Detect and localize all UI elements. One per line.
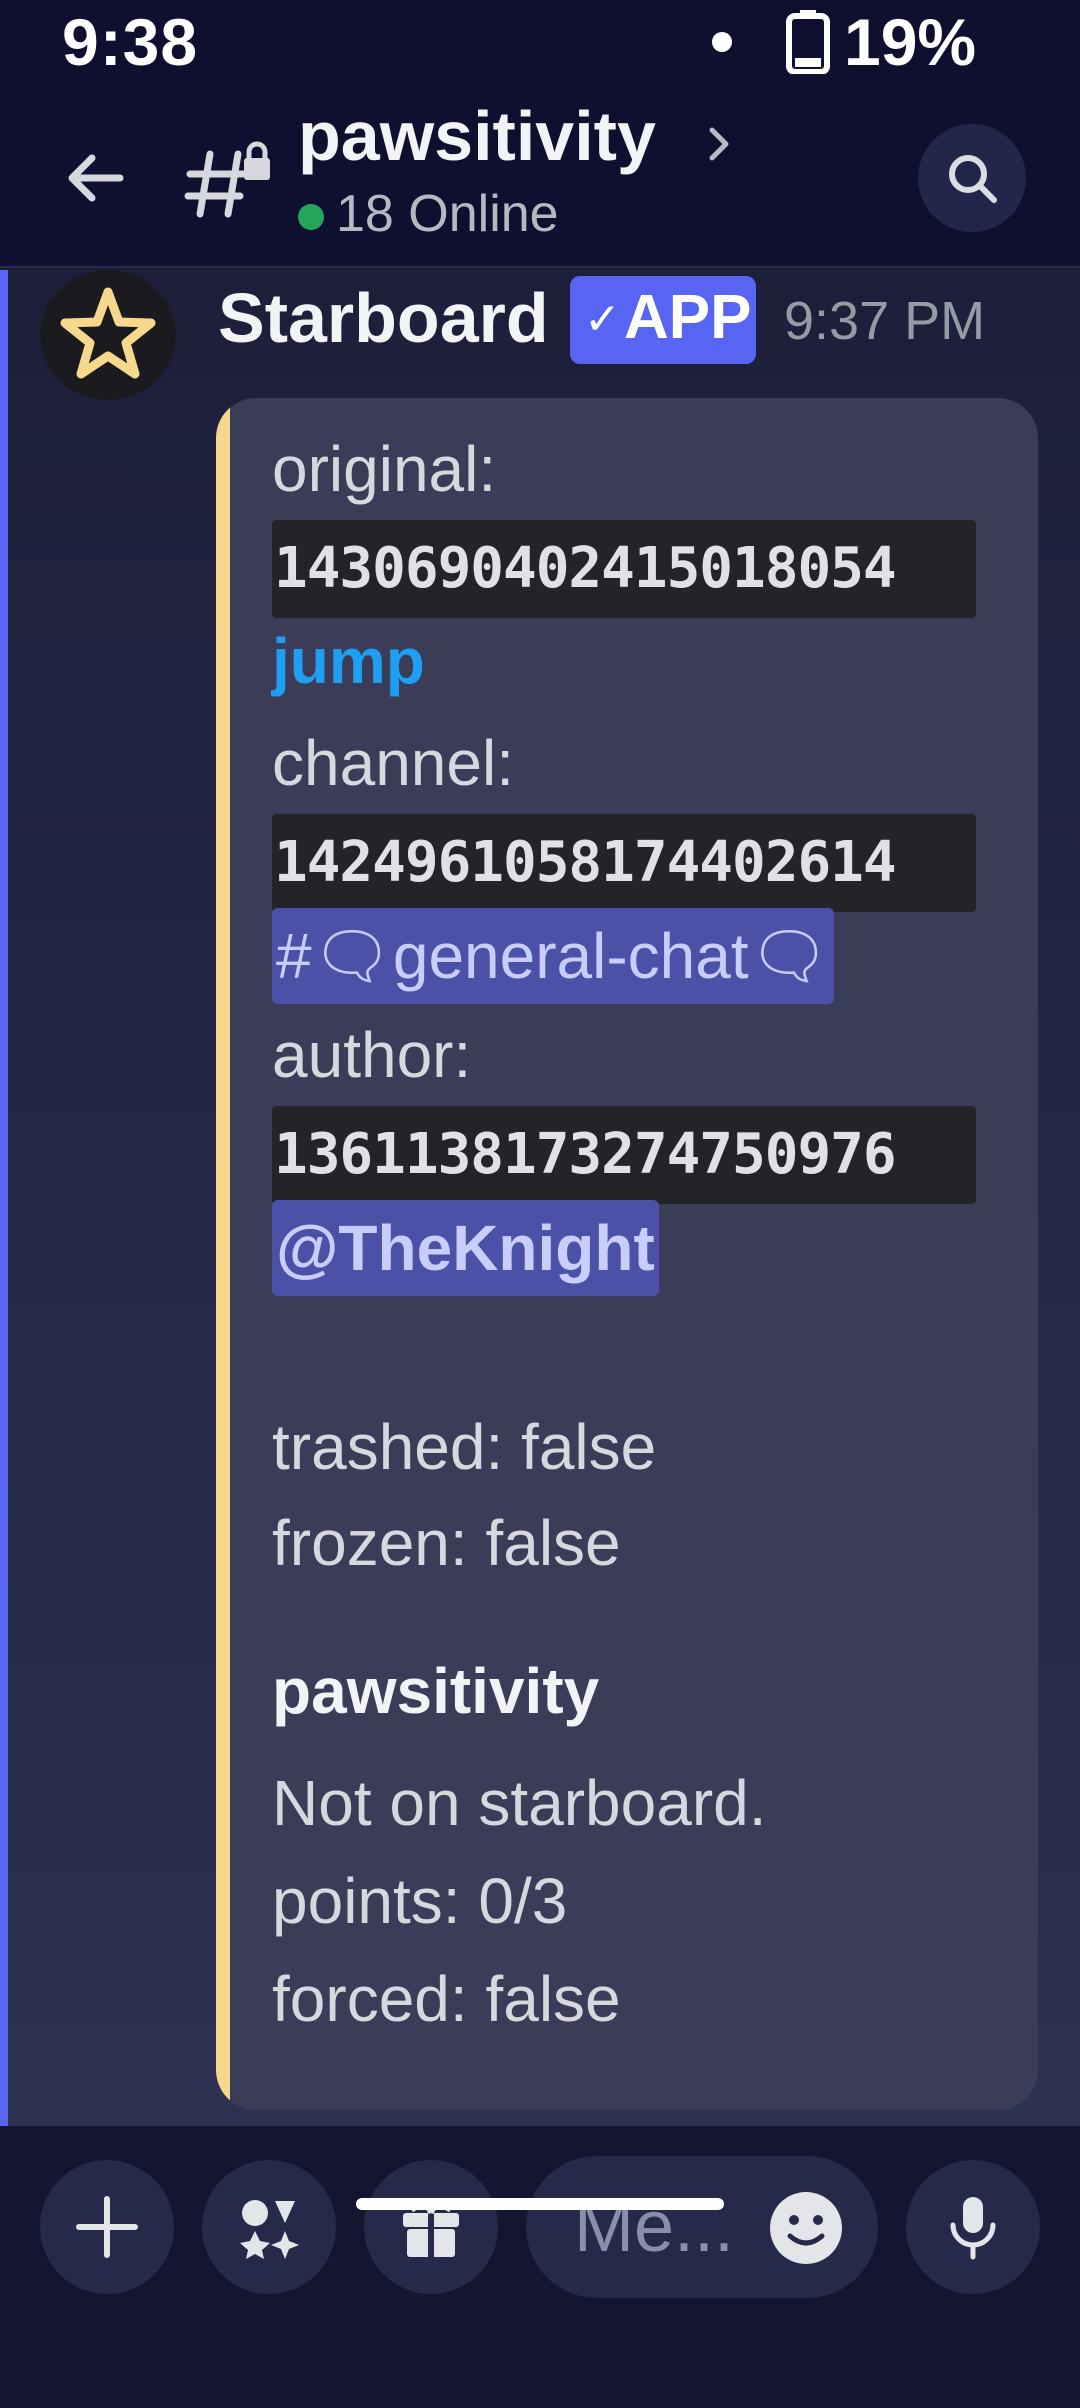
star-icon: [60, 287, 156, 379]
author-id-code[interactable]: 1361138173274750976: [272, 1106, 976, 1204]
online-count: 18 Online: [336, 185, 559, 243]
emoji-icon[interactable]: [768, 2190, 844, 2266]
avatar[interactable]: [40, 270, 176, 400]
message-list[interactable]: Starboard ✓ APP 9:37 PM original: 143069…: [0, 270, 1080, 2126]
battery-icon: [786, 10, 830, 74]
trashed-status: trashed: false: [272, 1411, 657, 1483]
frozen-status: frozen: false: [272, 1507, 621, 1579]
composer-bar: Me...: [0, 2126, 1080, 2408]
channel-mention[interactable]: #🗨general-chat🗨: [272, 908, 834, 1004]
search-button[interactable]: [918, 124, 1026, 232]
user-mention[interactable]: @TheKnight: [272, 1200, 659, 1296]
channel-id-code[interactable]: 1424961058174402614: [272, 814, 976, 912]
message-author[interactable]: Starboard: [218, 278, 549, 358]
channel-header: pawsitivity 18 Online: [0, 88, 1080, 268]
original-id-code[interactable]: 1430690402415018054: [272, 520, 976, 618]
forced-status: forced: false: [272, 1963, 621, 2035]
gift-button[interactable]: [364, 2160, 498, 2294]
message-timestamp: 9:37 PM: [784, 291, 986, 351]
battery-percentage: 19%: [844, 5, 977, 79]
message-embed: original: 1430690402415018054 jump chann…: [216, 398, 1038, 2110]
locked-text-channel-icon: [184, 141, 270, 218]
arrow-left-icon[interactable]: [56, 138, 136, 218]
app-badge: ✓ APP: [570, 276, 756, 364]
starboard-status: Not on starboard.: [272, 1767, 767, 1839]
message-highlight-bar: [0, 270, 8, 2126]
voice-message-button[interactable]: [906, 2160, 1040, 2294]
embed-accent-bar: [216, 398, 230, 2110]
home-indicator[interactable]: [356, 2198, 724, 2210]
app-badge-label: APP: [624, 283, 752, 352]
verified-check-icon: ✓: [584, 295, 621, 344]
jump-link[interactable]: jump: [272, 624, 425, 698]
embed-field-title: pawsitivity: [272, 1655, 600, 1727]
channel-label: channel:: [272, 727, 514, 799]
author-label: author:: [272, 1019, 472, 1091]
apps-icon: [240, 2200, 299, 2259]
status-time: 9:38: [62, 5, 199, 79]
search-icon: [949, 155, 997, 203]
notification-dot-icon: [712, 32, 732, 52]
chevron-right-icon[interactable]: [702, 118, 738, 170]
online-status-dot: [298, 204, 324, 230]
plus-icon: [76, 2196, 138, 2258]
points-value: points: 0/3: [272, 1865, 568, 1937]
microphone-icon: [950, 2197, 996, 2260]
channel-title[interactable]: pawsitivity: [298, 96, 656, 176]
original-label: original:: [272, 433, 497, 505]
add-attachment-button[interactable]: [40, 2160, 174, 2294]
apps-button[interactable]: [202, 2160, 336, 2294]
status-bar: 9:38 19%: [0, 0, 1080, 88]
message-input[interactable]: Me...: [526, 2156, 878, 2298]
